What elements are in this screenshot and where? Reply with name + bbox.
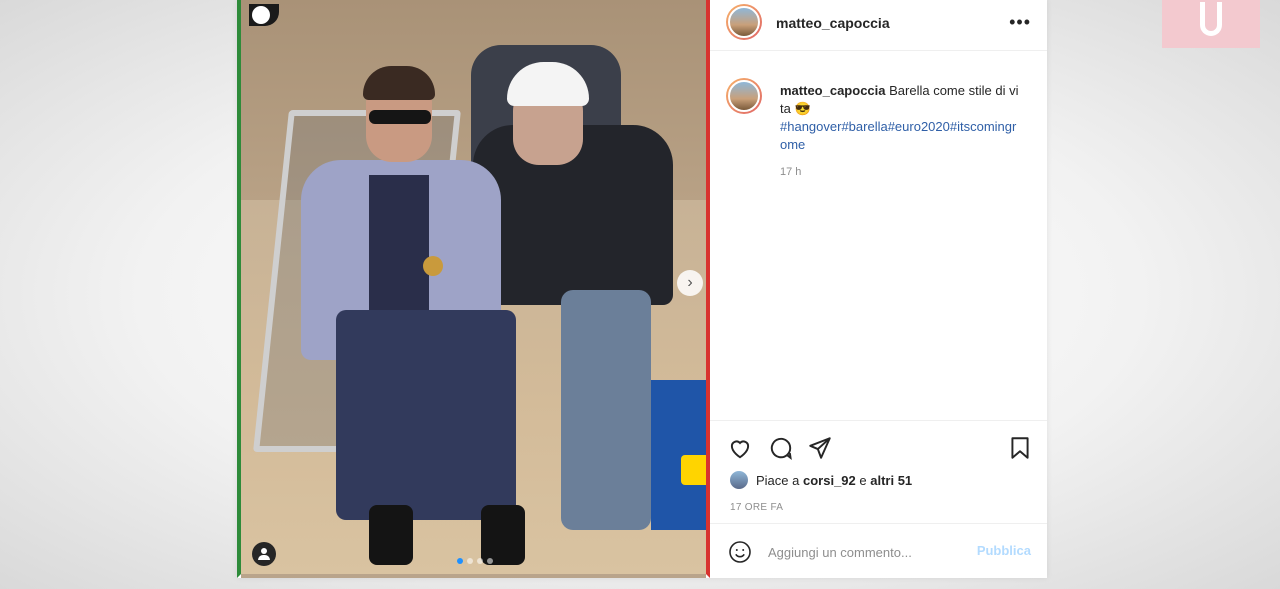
carousel-indicator	[457, 558, 493, 564]
author-username[interactable]: matteo_capoccia	[776, 15, 890, 31]
likes-prefix: Piace a	[756, 472, 800, 488]
photo-person-two-legs	[561, 290, 651, 530]
instagram-post: › matteo_capoccia ••• matteo_capoccia Ba…	[237, 0, 1047, 578]
photo-person-one-hair	[363, 66, 435, 100]
flag-border-bottom	[241, 574, 706, 578]
corner-badge-dot	[252, 6, 270, 24]
heart-icon[interactable]	[727, 435, 753, 461]
user-tag-icon-shoulders	[258, 555, 270, 560]
photo-bag-logo	[681, 455, 706, 485]
bookmark-icon[interactable]	[1007, 435, 1033, 461]
post-header: matteo_capoccia •••	[710, 0, 1047, 51]
photo-medal	[423, 256, 443, 276]
user-tag-icon[interactable]	[252, 542, 276, 566]
liker-avatar[interactable]	[730, 471, 748, 489]
carousel-dot	[477, 558, 483, 564]
user-tag-icon-head	[261, 548, 267, 554]
likes-summary: Piace a corsi_92 e altri 51	[730, 471, 912, 489]
photo-shoe-right	[481, 505, 525, 565]
post-date: 17 ORE FA	[730, 502, 784, 513]
carousel-dot	[467, 558, 473, 564]
comment-bar: Pubblica	[710, 523, 1047, 579]
photo-person-one-legs	[336, 310, 516, 520]
carousel-dot	[457, 558, 463, 564]
author-avatar[interactable]	[726, 4, 762, 40]
carousel-dot	[487, 558, 493, 564]
comment-icon[interactable]	[768, 435, 794, 461]
caption-avatar[interactable]	[726, 78, 762, 114]
photo-sunglasses	[369, 110, 431, 124]
comment-input[interactable]	[766, 540, 960, 564]
likes-others[interactable]: altri 51	[870, 473, 912, 488]
post-side-panel: matteo_capoccia ••• matteo_capoccia Bare…	[710, 0, 1047, 578]
caption-hashtags[interactable]: #hangover#barella#euro2020#itscomingrome	[780, 118, 1020, 154]
likes-connector: e	[859, 472, 867, 488]
chevron-right-icon: ›	[687, 274, 693, 291]
post-photo: ›	[237, 0, 710, 578]
publish-button[interactable]: Pubblica	[977, 543, 1031, 558]
photo-shoe-left	[369, 505, 413, 565]
emoji-icon[interactable]	[728, 540, 752, 564]
caption-username[interactable]: matteo_capoccia	[780, 83, 886, 98]
logo-letter-g	[1200, 2, 1222, 36]
caption-time: 17 h	[780, 166, 802, 178]
caption-text: matteo_capoccia Barella come stile di vi…	[780, 82, 1020, 154]
photo-person-one-shirt	[369, 175, 429, 325]
paper-plane-icon[interactable]	[807, 435, 833, 461]
brand-logo	[1162, 0, 1260, 48]
carousel-next-button[interactable]: ›	[677, 270, 703, 296]
likes-user[interactable]: corsi_92	[803, 473, 856, 488]
more-horizontal-icon[interactable]: •••	[1009, 12, 1031, 33]
